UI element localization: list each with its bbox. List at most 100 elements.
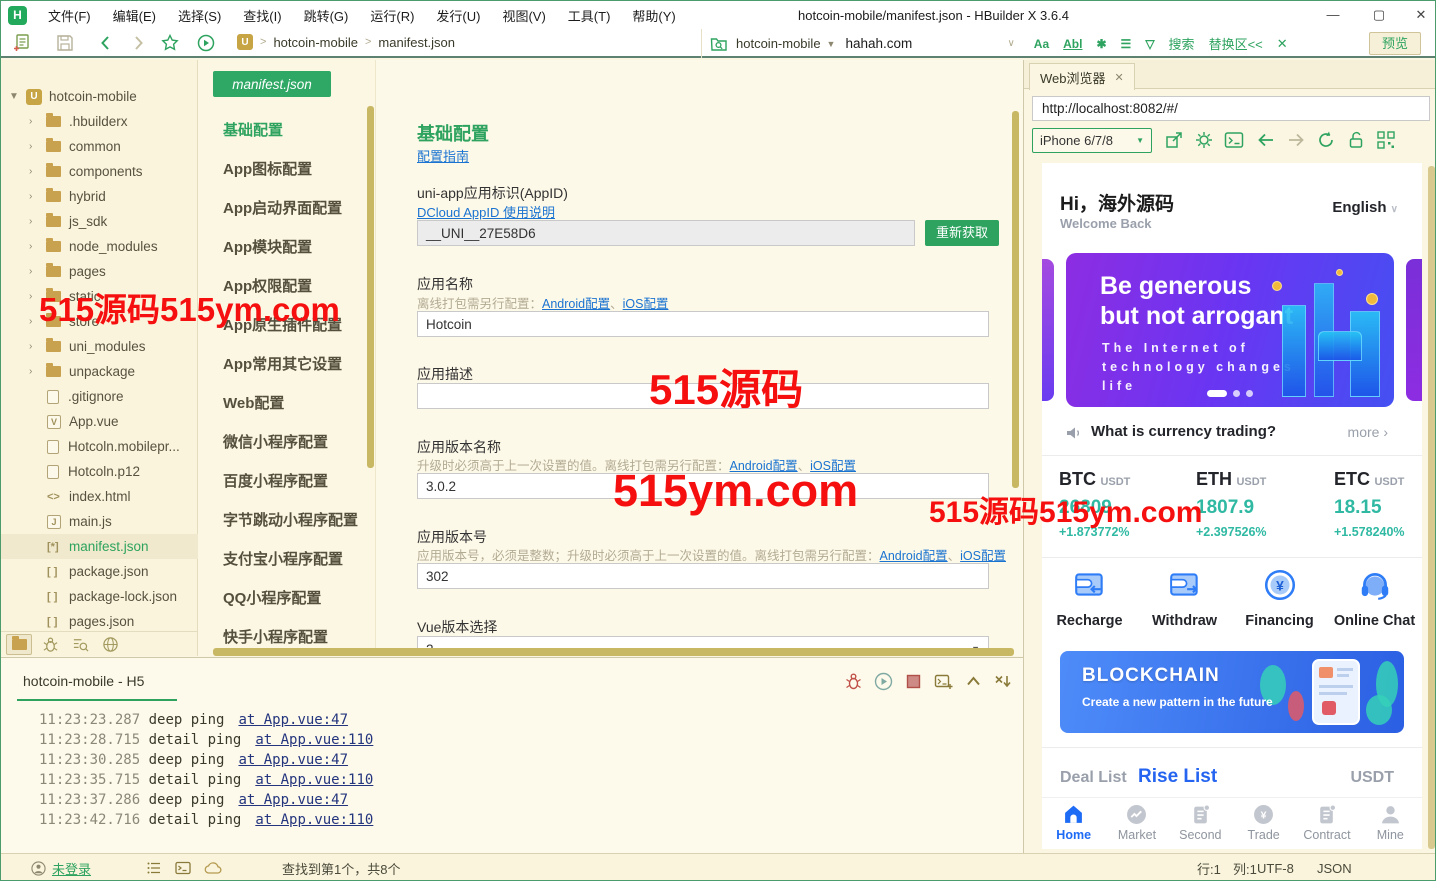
config-nav-bytedance-mp[interactable]: 字节跳动小程序配置 <box>223 509 358 527</box>
tree-file-package-lock-json[interactable]: [ ]package-lock.json <box>1 584 198 609</box>
browser-scrollbar[interactable] <box>1428 166 1435 849</box>
nav-trade[interactable]: ¥ Trade <box>1232 798 1295 849</box>
online-chat-button[interactable]: Online Chat <box>1327 567 1422 629</box>
outline-list-icon[interactable] <box>146 860 162 876</box>
source-link[interactable]: at App.vue:110 <box>255 812 373 828</box>
tree-folder-components[interactable]: ›components <box>1 159 198 184</box>
ios-config-link[interactable]: iOS配置 <box>960 549 1006 563</box>
replace-zone-button[interactable]: 替换区<< <box>1209 34 1263 53</box>
manifest-tab[interactable]: manifest.json <box>213 71 331 97</box>
match-case-icon[interactable]: Aa <box>1034 37 1049 51</box>
menu-publish[interactable]: 发行(U) <box>425 2 491 29</box>
tab-rise-list[interactable]: Rise List <box>1138 766 1217 788</box>
config-nav-modules[interactable]: App模块配置 <box>223 236 358 254</box>
app-name-input[interactable]: Hotcoin <box>417 311 989 337</box>
menu-tools[interactable]: 工具(T) <box>557 2 622 29</box>
find-scope-select[interactable]: hotcoin-mobile <box>736 36 821 51</box>
back-icon[interactable] <box>97 34 115 52</box>
appid-doc-link[interactable]: DCloud AppID 使用说明 <box>417 202 555 221</box>
maximize-button[interactable]: ▢ <box>1369 5 1389 25</box>
tree-folder-pages[interactable]: ›pages <box>1 259 198 284</box>
whole-word-icon[interactable]: Abl <box>1063 37 1082 51</box>
cursor-column[interactable]: 列:1 <box>1233 859 1257 878</box>
carousel-dots[interactable] <box>1066 390 1394 397</box>
menu-run[interactable]: 运行(R) <box>359 2 425 29</box>
device-select[interactable]: iPhone 6/7/8▼ <box>1032 128 1152 153</box>
language-select[interactable]: English ∨ <box>1332 199 1398 216</box>
tab-deal-list[interactable]: Deal List <box>1060 769 1127 787</box>
chevron-right-icon[interactable]: › <box>29 191 46 202</box>
android-config-link[interactable]: Android配置 <box>880 549 948 563</box>
explorer-view-button[interactable] <box>6 634 32 655</box>
source-link[interactable]: at App.vue:47 <box>238 752 348 768</box>
login-status[interactable]: 未登录 <box>52 859 91 878</box>
filetype-indicator[interactable]: JSON <box>1317 861 1352 876</box>
terminal-icon[interactable] <box>175 860 191 876</box>
search-results-icon[interactable] <box>72 636 89 653</box>
console-restart-icon[interactable] <box>874 672 893 691</box>
blockchain-banner[interactable]: BLOCKCHAIN Create a new pattern in the f… <box>1060 651 1404 733</box>
browser-url-input[interactable]: http://localhost:8082/#/ <box>1032 96 1430 121</box>
refetch-appid-button[interactable]: 重新获取 <box>925 220 999 246</box>
chevron-right-icon[interactable]: › <box>29 266 46 277</box>
close-window-button[interactable]: ✕ <box>1411 5 1431 25</box>
tree-folder-common[interactable]: ›common <box>1 134 198 159</box>
nav-second[interactable]: Second <box>1169 798 1232 849</box>
chevron-right-icon[interactable]: › <box>29 216 46 227</box>
breadcrumb-project[interactable]: hotcoin-mobile <box>273 35 358 50</box>
config-nav-baidu-mp[interactable]: 百度小程序配置 <box>223 470 358 488</box>
chevron-right-icon[interactable]: › <box>29 116 46 127</box>
chevron-right-icon[interactable]: › <box>29 341 46 352</box>
carousel-dot-active[interactable] <box>1207 390 1227 397</box>
version-code-input[interactable]: 302 <box>417 563 989 589</box>
refresh-icon[interactable] <box>1316 130 1336 150</box>
tree-folder-node-modules[interactable]: ›node_modules <box>1 234 198 259</box>
nav-market[interactable]: Market <box>1105 798 1168 849</box>
config-nav-splash[interactable]: App启动界面配置 <box>223 197 358 215</box>
financing-button[interactable]: ¥ Financing <box>1232 567 1327 629</box>
nav-back-icon[interactable] <box>1256 130 1276 150</box>
lock-icon[interactable] <box>1346 130 1366 150</box>
menu-find[interactable]: 查找(I) <box>232 2 292 29</box>
tree-file-app-vue[interactable]: VApp.vue <box>1 409 198 434</box>
close-find-icon[interactable]: ✕ <box>1277 36 1288 52</box>
source-link[interactable]: at App.vue:110 <box>255 732 373 748</box>
qr-code-icon[interactable] <box>1376 130 1396 150</box>
expand-find-icon[interactable]: ∨ <box>1007 38 1014 49</box>
run-icon[interactable] <box>197 34 215 52</box>
nav-forward-icon[interactable] <box>1286 130 1306 150</box>
new-file-icon[interactable] <box>13 34 31 52</box>
tree-file-gitignore[interactable]: .gitignore <box>1 384 198 409</box>
config-nav-qq-mp[interactable]: QQ小程序配置 <box>223 587 358 605</box>
form-scrollbar[interactable] <box>1012 111 1019 488</box>
menu-goto[interactable]: 跳转(G) <box>293 2 360 29</box>
multiline-icon[interactable]: ☰ <box>1121 37 1132 51</box>
scope-dropdown-icon[interactable]: ▼ <box>827 39 836 49</box>
config-nav-app-misc[interactable]: App常用其它设置 <box>223 353 358 371</box>
save-icon[interactable] <box>56 34 74 52</box>
appid-input[interactable]: __UNI__27E58D6 <box>417 220 915 246</box>
nav-contract[interactable]: Contract <box>1295 798 1358 849</box>
preview-button[interactable]: 预览 <box>1369 32 1421 55</box>
account-icon[interactable] <box>31 861 46 876</box>
globe-icon[interactable] <box>102 636 119 653</box>
settings-gear-icon[interactable] <box>1194 130 1214 150</box>
cursor-line[interactable]: 行:1 <box>1197 859 1221 878</box>
config-guide-link[interactable]: 配置指南 <box>417 146 469 165</box>
chevron-down-icon[interactable]: ▼ <box>9 91 26 102</box>
tree-folder-uni-modules[interactable]: ›uni_modules <box>1 334 198 359</box>
more-link[interactable]: more › <box>1348 424 1388 440</box>
menu-select[interactable]: 选择(S) <box>167 2 232 29</box>
config-nav-basic[interactable]: 基础配置 <box>223 119 358 137</box>
withdraw-button[interactable]: Withdraw <box>1137 567 1232 629</box>
carousel-slide[interactable]: Be generous but not arrogant The Interne… <box>1066 253 1394 407</box>
tree-file-manifest-json[interactable]: [*]manifest.json <box>1 534 198 559</box>
favorite-star-icon[interactable] <box>161 34 179 52</box>
tree-file-package-json[interactable]: [ ]package.json <box>1 559 198 584</box>
breadcrumb-file[interactable]: manifest.json <box>378 35 455 50</box>
debug-bug-icon[interactable] <box>42 636 59 653</box>
config-nav-kuaishou-mp[interactable]: 快手小程序配置 <box>223 626 358 644</box>
open-external-icon[interactable] <box>1164 130 1184 150</box>
android-config-link[interactable]: Android配置 <box>542 297 610 311</box>
carousel-prev-slide[interactable] <box>1042 259 1054 401</box>
